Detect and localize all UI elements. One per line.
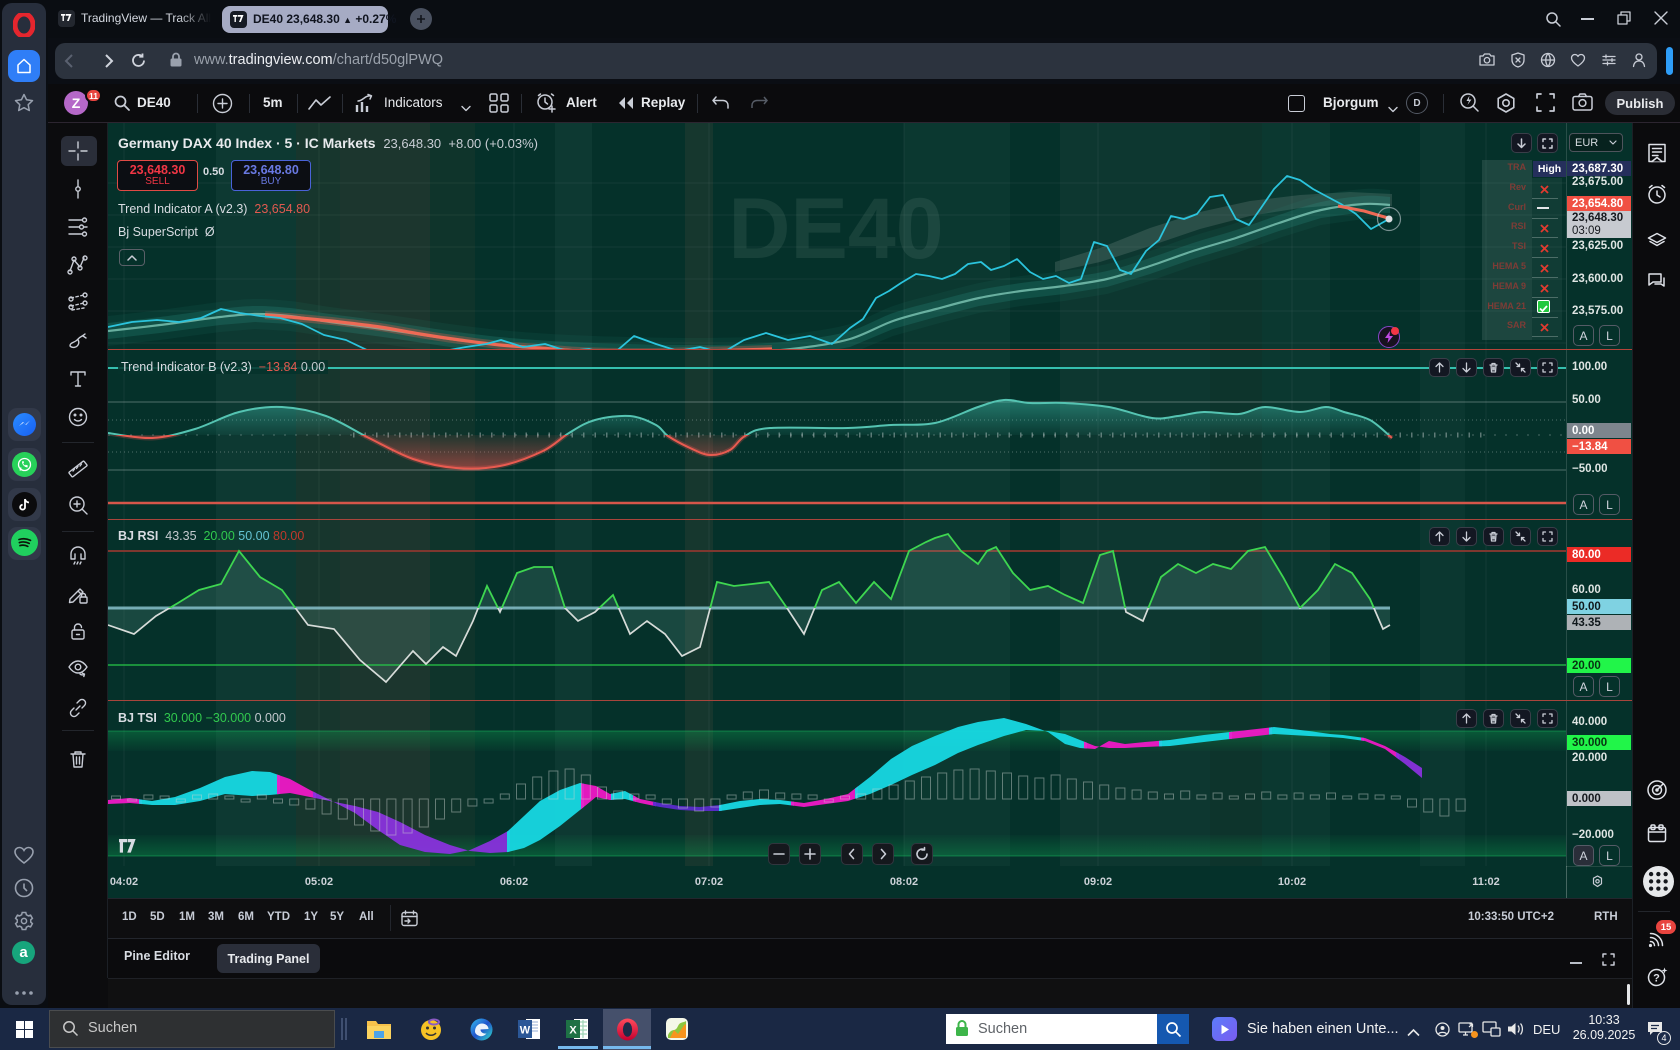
svg-text:DE40: DE40 bbox=[728, 181, 943, 277]
svg-text:?: ? bbox=[1653, 973, 1660, 985]
svg-text:W: W bbox=[520, 1025, 531, 1037]
svg-text:X: X bbox=[569, 1025, 577, 1037]
